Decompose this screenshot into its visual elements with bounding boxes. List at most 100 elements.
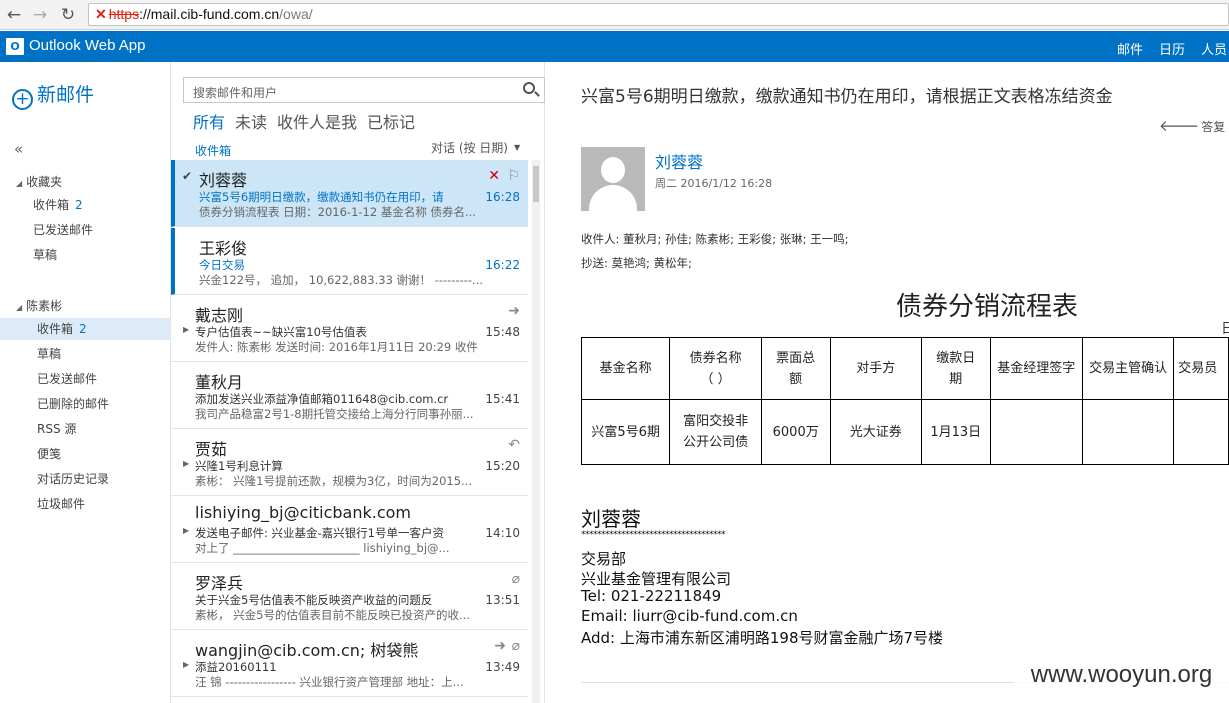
message-sender: 戴志刚	[195, 306, 244, 325]
checkmark-icon[interactable]: ✔	[182, 169, 192, 183]
folder-sent[interactable]: 已发送邮件	[0, 368, 170, 390]
table-header-cell: 交易主管确认	[1081, 337, 1175, 400]
table-cell: 富阳交投非公开公司债	[669, 399, 762, 465]
search-input[interactable]: 搜索邮件和用户	[183, 77, 545, 103]
message-preview: 对上了 ______________________ lishiying_bj@…	[195, 541, 450, 555]
expand-triangle-icon[interactable]: ▶	[183, 660, 189, 669]
unread-count: 2	[79, 322, 87, 336]
message-time: 15:48	[485, 325, 520, 339]
message-item[interactable]: ✔ 刘蓉蓉 ✕ ⚐ 兴富5号6期明日缴款，缴款通知书仍在用印，请 16:28 债…	[171, 160, 528, 227]
attachment-icon: ⌀	[511, 638, 520, 654]
message-item[interactable]: ▶ lishiying_bj@citicbank.com 发送电子邮件: 兴业基…	[171, 496, 528, 563]
message-time: 15:20	[485, 459, 520, 473]
message-item[interactable]: 董秋月 添加发送兴业添益净值邮箱011648@cib.com.cr 15:41 …	[171, 362, 528, 429]
browser-toolbar: ← → ↻ ✕ https://mail.cib-fund.com.cn/owa/	[0, 0, 1229, 30]
forward-arrow-icon[interactable]: →	[29, 4, 51, 26]
message-sender: wangjin@cib.com.cn; 树袋熊	[195, 641, 419, 660]
favorites-inbox[interactable]: 收件箱 2	[0, 194, 170, 216]
folder-notes[interactable]: 便笺	[0, 443, 170, 465]
message-item[interactable]: ▶ wangjin@cib.com.cn; 树袋熊 ➜ ⌀ 添益20160111…	[171, 630, 528, 697]
message-preview: 我司产品稳富2号1-8期托管交接给上海分行同事孙丽...	[195, 407, 474, 421]
message-sender: 贾茹	[195, 440, 228, 459]
table-header-cell: 债券名称 （ ）	[669, 337, 762, 400]
filter-flagged[interactable]: 已标记	[367, 113, 415, 132]
reply-arrow-icon: 🡐	[1159, 117, 1200, 135]
message-sender: 罗泽兵	[195, 574, 244, 593]
table-header-cell: 票面总额	[760, 337, 831, 400]
folder-inbox[interactable]: 收件箱 2	[0, 318, 170, 340]
message-list-scrollbar[interactable]	[532, 160, 540, 703]
folder-rss[interactable]: RSS 源	[0, 418, 170, 440]
nav-mail[interactable]: 邮件	[1117, 39, 1144, 66]
folder-deleted[interactable]: 已删除的邮件	[0, 393, 170, 415]
address-bar[interactable]: ✕ https://mail.cib-fund.com.cn/owa/	[88, 3, 1229, 26]
message-item[interactable]: ▶ 贾茹 ↶ 兴隆1号利息计算 15:20 素彬： 兴隆1号提前还款，规模为3亿…	[171, 429, 528, 496]
to-recipients: 收件人: 董秋月; 孙佳; 陈素彬; 王彩俊; 张琳; 王一鸣;	[581, 232, 849, 246]
folder-drafts[interactable]: 草稿	[0, 343, 170, 365]
message-list-pane: 搜索邮件和用户 所有 未读 收件人是我 已标记 收件箱 对话 (按 日期) ▼ ✔ 刘蓉…	[170, 62, 545, 703]
message-subject: 兴隆1号利息计算	[195, 459, 283, 473]
attachment-icon: ⌀	[511, 571, 520, 587]
reply-button[interactable]: 🡐 答复	[1159, 116, 1225, 135]
back-arrow-icon[interactable]: ←	[3, 4, 25, 26]
signature-email: Email: liurr@cib-fund.com.cn	[581, 607, 798, 625]
reading-pane: 兴富5号6期明日缴款，缴款通知书仍在用印，请根据正文表格冻结资金 🡐 答复 刘蓉蓉…	[546, 62, 1229, 703]
insecure-lock-icon: ✕	[95, 6, 107, 22]
account-header[interactable]: ◢ 陈素彬	[16, 297, 62, 314]
message-subject: 发送电子邮件: 兴业基金-嘉兴银行1号单一客户资	[195, 526, 444, 540]
favorites-header[interactable]: ◢ 收藏夹	[16, 173, 62, 190]
filter-to-me[interactable]: 收件人是我	[277, 113, 357, 132]
filter-tabs: 所有 未读 收件人是我 已标记	[193, 109, 425, 133]
message-preview: 素彬， 兴金5号的估值表目前不能反映已投资产的收...	[195, 608, 470, 622]
expand-triangle-icon[interactable]: ▶	[183, 459, 189, 468]
folder-pane: + 新邮件 « ◢ 收藏夹 收件箱 2 已发送邮件 草稿 ◢ 陈素彬 收件箱 2 草稿 已…	[0, 62, 170, 703]
current-folder-label: 收件箱	[195, 144, 232, 158]
scrollbar-thumb[interactable]	[533, 166, 539, 202]
message-preview: 债券分销流程表 日期：2016-1-12 基金名称 债券名...	[199, 205, 476, 219]
nav-people[interactable]: 人员	[1201, 39, 1227, 58]
message-subject: 添加发送兴业添益净值邮箱011648@cib.com.cr	[195, 392, 449, 406]
filter-unread[interactable]: 未读	[235, 113, 267, 132]
message-subject: 兴富5号6期明日缴款，缴款通知书仍在用印，请	[199, 190, 444, 204]
table-cell: 6000万	[760, 399, 831, 465]
sort-dropdown[interactable]: 对话 (按 日期) ▼	[431, 139, 520, 156]
new-mail-button[interactable]: + 新邮件	[12, 80, 94, 110]
search-placeholder: 搜索邮件和用户	[193, 86, 278, 100]
collapse-pane-icon[interactable]: «	[14, 140, 23, 158]
reload-icon[interactable]: ↻	[57, 4, 79, 26]
expand-triangle-icon[interactable]: ▶	[183, 526, 189, 535]
delete-icon[interactable]: ✕	[488, 168, 500, 184]
message-item[interactable]: 王彩俊 今日交易 16:22 兴金122号， 追加， 10,622,883.33…	[171, 228, 528, 295]
table-cell	[1081, 399, 1175, 465]
favorites-sent[interactable]: 已发送邮件	[0, 219, 170, 241]
message-sender: lishiying_bj@citicbank.com	[195, 503, 412, 522]
flag-icon[interactable]: ⚐	[507, 168, 520, 184]
sender-avatar	[581, 147, 645, 211]
signature-name: 刘蓉蓉	[581, 507, 641, 531]
outlook-logo-icon: O	[6, 38, 24, 55]
message-item[interactable]: ▶ 戴志刚 ➜ 专户估值表~~缺兴富10号估值表 15:48 发件人: 陈素彬 …	[171, 295, 528, 362]
message-subject: 添益20160111	[195, 660, 277, 674]
favorites-drafts[interactable]: 草稿	[0, 244, 170, 266]
filter-all[interactable]: 所有	[193, 113, 225, 132]
table-header-cell: 对手方	[829, 337, 922, 400]
signature-divider: ************************************	[581, 530, 726, 540]
plus-icon: +	[12, 89, 33, 110]
collapse-triangle-icon: ◢	[16, 303, 23, 312]
table-cell	[1173, 399, 1229, 465]
message-sender: 王彩俊	[199, 239, 248, 258]
sender-name[interactable]: 刘蓉蓉	[655, 149, 703, 173]
message-preview: 发件人: 陈素彬 发送时间: 2016年1月11日 20:29 收件...	[195, 340, 479, 354]
message-item[interactable]: 罗泽兵 ⌀ 关于兴金5号估值表不能反映资产收益的问题反 13:51 素彬， 兴金…	[171, 563, 528, 630]
search-icon[interactable]	[523, 82, 535, 94]
folder-junk[interactable]: 垃圾邮件	[0, 493, 170, 515]
expand-triangle-icon[interactable]: ▶	[183, 325, 189, 334]
nav-calendar[interactable]: 日历	[1159, 39, 1185, 58]
message-time: 14:10	[485, 526, 520, 540]
message-preview: 素彬： 兴隆1号提前还款，规模为3亿，时间为2015...	[195, 474, 473, 488]
message-subject: 关于兴金5号估值表不能反映资产收益的问题反	[195, 593, 433, 607]
folder-conversation-history[interactable]: 对话历史记录	[0, 468, 170, 490]
table-cell	[989, 399, 1083, 465]
table-header-cell: 基金经理签字	[989, 337, 1083, 400]
distribution-table: 基金名称 债券名称 （ ） 票面总额 对手方 缴款日期 基金经理签字 交易主管确…	[580, 337, 1229, 465]
